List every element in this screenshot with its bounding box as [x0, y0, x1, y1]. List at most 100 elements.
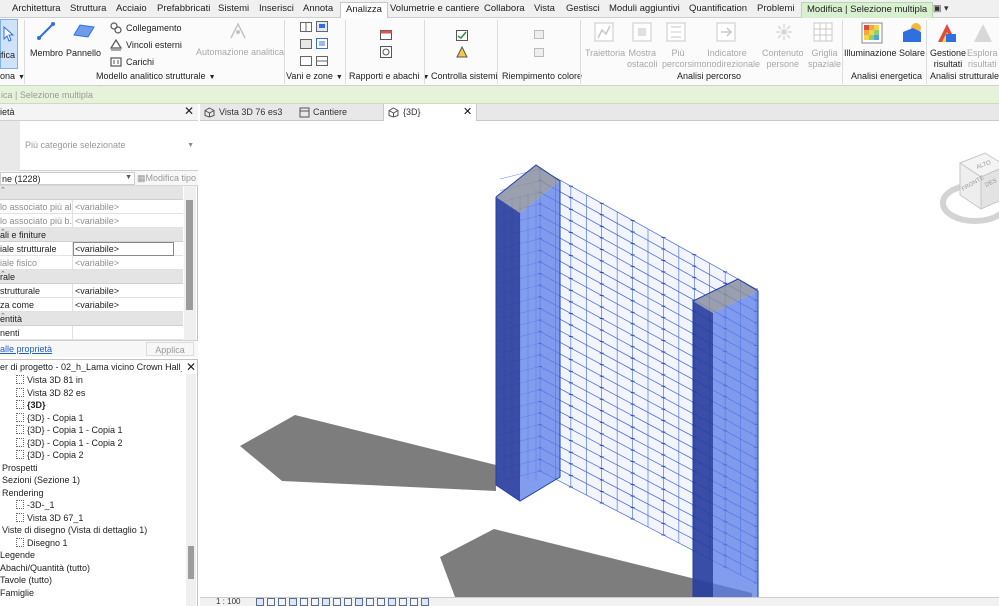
sun-path-icon[interactable] [278, 598, 286, 606]
browser-view-item[interactable]: Vista 3D 67_1 [16, 512, 83, 523]
property-value[interactable]: <variabile> [75, 258, 119, 268]
panel-label-rooms-zones[interactable]: Vani e zone ▼ [286, 71, 343, 81]
properties-scroll-thumb[interactable] [186, 200, 193, 310]
ribbon-options-icon[interactable]: ▣ ▾ [933, 3, 949, 14]
panel-label-select[interactable]: ona ▼ [0, 71, 25, 81]
check-circuits-icon[interactable] [456, 46, 468, 58]
property-value[interactable]: <variabile> [75, 216, 119, 226]
ribbon-tab-struttura[interactable]: Struttura [70, 3, 106, 14]
property-value[interactable]: <variabile> [73, 242, 174, 256]
ribbon-tab-analizza[interactable]: Analizza [340, 2, 388, 18]
report-icon[interactable] [380, 46, 392, 58]
path-of-travel-button[interactable]: Traiettoria [584, 20, 625, 68]
analytical-model-icon[interactable] [388, 598, 396, 606]
browser-scroll-thumb[interactable] [188, 546, 194, 579]
check-duct-systems-icon[interactable] [456, 30, 468, 41]
ribbon-tab-quantification[interactable]: Quantification [689, 3, 747, 14]
property-value[interactable]: <variabile> [75, 202, 119, 212]
crop-view-icon[interactable] [311, 598, 319, 606]
type-selector[interactable]: Più categorie selezionate ▼ [0, 121, 198, 171]
property-value[interactable]: <variabile> [75, 286, 119, 296]
property-group-header[interactable]: rale ⌃ [0, 270, 183, 284]
properties-scrollbar[interactable] [184, 186, 196, 340]
analytical-automation-button[interactable]: Automazione analitica [196, 20, 284, 68]
detail-level-icon[interactable] [256, 598, 264, 606]
duct-legend-icon[interactable] [534, 30, 544, 39]
reveal-obstacles-button[interactable]: Mostra ostacoli [624, 20, 660, 69]
tab-view-3d-76[interactable]: Vista 3D 76 es3 [200, 104, 295, 121]
explore-results-button[interactable]: Esplora risultati [966, 20, 999, 68]
show-crop-icon[interactable] [322, 598, 330, 606]
ribbon-tab-architettura[interactable]: Architettura [12, 3, 61, 14]
viewcube[interactable]: ALTOFRONTEDES [940, 152, 999, 224]
solar-button[interactable]: Solare [898, 20, 926, 68]
browser-category[interactable]: Legende [0, 550, 35, 560]
browser-view-item[interactable]: {3D} - Copia 1 [16, 412, 84, 423]
boundary-conditions-button[interactable]: Vincoli esterni [110, 39, 190, 53]
panel-label-color-fill[interactable]: Riempimento colore [502, 71, 582, 81]
view-scale[interactable]: 1 : 100 [216, 597, 240, 606]
browser-scrollbar[interactable] [186, 374, 196, 606]
ribbon-tab-collabora[interactable]: Collabora [484, 3, 525, 14]
browser-view-item[interactable]: Vista 3D 81 in [16, 375, 83, 385]
browser-view-item[interactable]: {3D} - Copia 2 [16, 450, 84, 460]
instance-filter-dropdown[interactable]: ne (1228) ▼ [0, 172, 135, 185]
reveal-hidden-icon[interactable] [355, 598, 363, 606]
ribbon-tab-annota[interactable]: Annota [303, 3, 333, 14]
area-boundary-icon[interactable] [316, 38, 328, 49]
panel-label-structural-analysis[interactable]: Analisi strutturale [930, 71, 999, 81]
people-content-button[interactable]: Contenuto persone [762, 20, 806, 69]
manage-results-button[interactable]: Gestione risultati [928, 20, 966, 69]
worksharing-icon[interactable] [366, 598, 374, 606]
ribbon-tab-prefabbricati[interactable]: Prefabbricati [157, 3, 210, 14]
browser-view-item[interactable]: Disegno 1 [16, 537, 68, 548]
ribbon-tab-gestisci[interactable]: Gestisci [566, 3, 600, 14]
ribbon-tab-acciaio[interactable]: Acciaio [116, 3, 147, 14]
highlight-displacement-icon[interactable] [399, 598, 407, 606]
property-group-header[interactable]: ali e finiture ⌃ [0, 228, 183, 242]
shadows-icon[interactable] [289, 598, 297, 606]
browser-category[interactable]: Sezioni (Sezione 1) [2, 475, 80, 485]
visual-style-icon[interactable] [267, 598, 275, 606]
panel-label-route-analysis[interactable]: Analisi percorso [677, 71, 741, 81]
temp-view-props-icon[interactable] [377, 598, 385, 606]
collapse-icon[interactable]: ⌃ [0, 186, 181, 194]
apply-button[interactable]: Applica [146, 342, 194, 356]
panel-label-energy-analysis[interactable]: Analisi energetica [851, 71, 922, 81]
browser-view-item[interactable]: -3D-_1 [16, 500, 55, 510]
color-scheme-icon[interactable] [316, 56, 328, 66]
collapse-icon[interactable]: ⌃ [0, 270, 181, 278]
room-separator-icon[interactable] [300, 56, 312, 66]
panel-label-reports-schedules[interactable]: Rapporti e abachi ▼ [349, 71, 429, 81]
close-icon[interactable]: ✕ [184, 104, 194, 118]
unlock-view-icon[interactable] [333, 598, 341, 606]
browser-category[interactable]: Viste di disegno (Vista di dettaglio 1) [2, 525, 147, 535]
tab-3d-active[interactable]: {3D} ✕ [383, 104, 477, 121]
lighting-button[interactable]: Illuminazione [844, 20, 898, 68]
room-tag-icon[interactable] [316, 21, 328, 32]
close-icon[interactable]: ✕ [186, 360, 196, 374]
properties-help-link[interactable]: alle proprietà [0, 344, 52, 354]
spatial-grid-button[interactable]: Griglia spaziale [806, 20, 841, 69]
loads-button[interactable]: Carichi [110, 56, 190, 70]
ribbon-tab-modify-multiselect[interactable]: Modifica | Selezione multipla [801, 2, 934, 18]
multiple-paths-button[interactable]: Più percorsi [660, 20, 694, 69]
schedule-icon[interactable] [380, 30, 392, 40]
connection-button[interactable]: Collegamento [110, 22, 190, 36]
modify-button[interactable]: ifica [0, 19, 18, 69]
room-icon[interactable] [300, 22, 312, 32]
browser-view-item[interactable]: {3D} - Copia 1 - Copia 1 [16, 425, 123, 435]
browser-category[interactable]: Famiglie [0, 588, 34, 598]
constraints-icon[interactable] [410, 598, 418, 606]
panel-label-check-systems[interactable]: Controlla sistemi [431, 71, 498, 81]
browser-view-item[interactable]: Vista 3D 82 es [16, 387, 85, 398]
collapse-icon[interactable]: ⌃ [0, 312, 181, 320]
3d-view-canvas[interactable]: ALTO FRONTE DES [200, 121, 999, 597]
browser-category[interactable]: Prospetti [2, 463, 38, 473]
render-icon[interactable] [300, 598, 308, 606]
edit-type-button[interactable]: ▦Modifica tipo [137, 173, 196, 184]
browser-view-item[interactable]: {3D} [16, 400, 46, 410]
one-way-indicator-button[interactable]: Indicatore monodirezionale [694, 20, 760, 69]
ribbon-tab-inserisci[interactable]: Inserisci [259, 3, 294, 14]
lock-3d-icon[interactable] [421, 598, 429, 606]
